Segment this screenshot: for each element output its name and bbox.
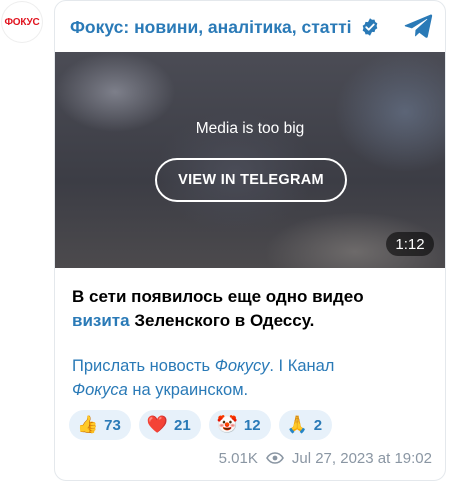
post-text: В сети появилось еще одно видео визита З… [72,285,432,333]
view-count: 5.01K [218,449,258,467]
reaction-heart[interactable]: ❤️ 21 [138,410,201,440]
video-duration-badge: 1:12 [386,232,434,256]
post-datetime-link[interactable]: Jul 27, 2023 at 19:02 [292,450,432,467]
reaction-count: 2 [313,416,323,434]
channel-avatar[interactable]: ФОКУС [2,2,42,42]
post-text-line1: В сети появилось еще одно видео [72,287,364,306]
media-too-big-message: Media is too big [195,120,305,137]
reaction-clown[interactable]: 🤡 12 [208,410,271,440]
post-meta: 5.01K Jul 27, 2023 at 19:02 [219,447,432,469]
post-card: Фокус: новини, аналітика, статті Media i… [54,0,446,481]
send-news-link-prefix[interactable]: Прислать новость [72,357,215,375]
links-separator: I [273,357,288,375]
send-news-link-italic[interactable]: Фокусу [215,357,270,375]
video-media[interactable]: Media is too big VIEW IN TELEGRAM 1:12 [55,52,445,268]
post-text-line2: Зеленского в Одессу. [129,311,315,330]
verified-badge-icon [362,18,377,36]
view-in-telegram-button[interactable]: VIEW IN TELEGRAM [155,158,347,202]
reaction-count: 12 [243,416,261,434]
channel-title[interactable]: Фокус: новини, аналітика, статті [70,17,352,38]
reaction-thumbs-up[interactable]: 👍 73 [69,410,131,440]
clown-face-icon: 🤡 [216,414,238,435]
reaction-pray[interactable]: 🙏 2 [278,410,333,440]
reactions-bar: 👍 73 ❤️ 21 🤡 12 🙏 2 [69,410,333,440]
post-text-link[interactable]: визита [72,311,130,330]
heart-icon: ❤️ [146,414,169,435]
reaction-count: 21 [174,416,191,434]
avatar-logo-text: ФОКУС [4,16,40,28]
channel-link-label[interactable]: Канал [288,357,335,375]
channel-link-italic[interactable]: Фокуса [72,381,128,399]
post-links: Прислать новость Фокусу. I Канал Фокуса … [72,354,432,402]
telegram-icon[interactable] [403,12,433,40]
reaction-count: 73 [104,416,121,434]
channel-link-rest[interactable]: на украинском. [128,381,248,399]
post-header: Фокус: новини, аналітика, статті [70,14,433,40]
eye-icon [265,452,284,464]
thumbs-up-icon: 👍 [77,414,99,435]
folded-hands-icon: 🙏 [286,414,308,435]
